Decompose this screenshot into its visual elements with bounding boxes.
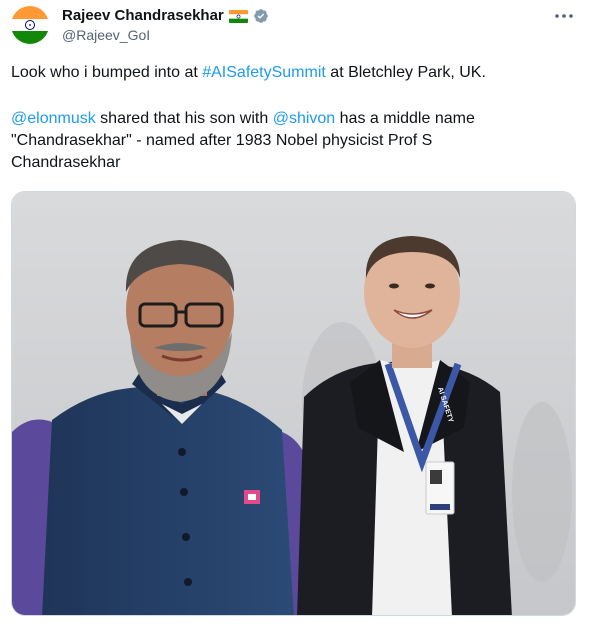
more-options-icon — [555, 14, 573, 18]
tweet-text-segment: at Bletchley Park, UK. — [325, 64, 486, 81]
more-options-button[interactable] — [553, 6, 575, 26]
india-flag-icon — [228, 9, 248, 23]
tweet-text-paragraph-2: @elonmusk shared that his son with @shiv… — [11, 108, 531, 174]
tweet-photo[interactable]: AI SAFETY — [11, 191, 576, 616]
tweet-text-segment: shared that his son with — [95, 110, 273, 127]
tweet-text-segment: Look who i bumped into at — [11, 64, 203, 81]
tweet-card: Rajeev Chandrasekhar @Rajeev_GoI Look wh… — [0, 0, 591, 624]
author-display-name[interactable]: Rajeev Chandrasekhar — [62, 7, 224, 25]
photo-two-men-illustration: AI SAFETY — [12, 192, 575, 615]
verified-badge-icon[interactable] — [253, 8, 269, 24]
author-avatar[interactable] — [11, 6, 49, 44]
mention-link-elonmusk[interactable]: @elonmusk — [11, 110, 96, 127]
india-flag-avatar-icon — [11, 6, 49, 44]
mention-link-shivon[interactable]: @shivon — [273, 110, 336, 127]
tweet-text-paragraph-1: Look who i bumped into at #AISafetySummi… — [11, 62, 531, 84]
author-handle[interactable]: @Rajeev_GoI — [62, 26, 150, 44]
hashtag-link[interactable]: #AISafetySummit — [202, 64, 326, 81]
author-name-row: Rajeev Chandrasekhar — [62, 7, 269, 25]
